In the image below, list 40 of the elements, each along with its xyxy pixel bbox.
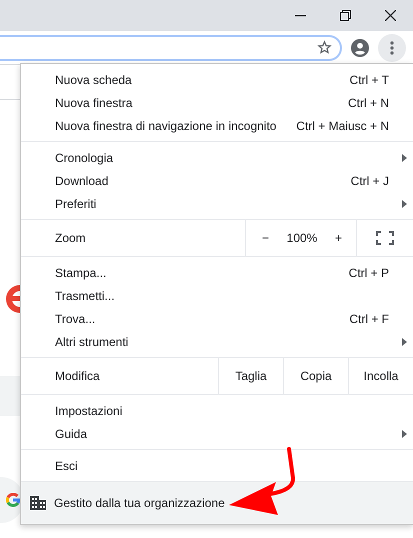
minimize-icon[interactable]: [295, 14, 306, 16]
edit-label: Modifica: [55, 369, 100, 383]
close-icon[interactable]: [385, 10, 396, 21]
zoom-value: 100%: [286, 231, 318, 245]
zoom-out-button[interactable]: −: [260, 231, 272, 245]
annotation-arrow: [229, 447, 295, 515]
shortcut-label: Ctrl + Maiusc + N: [296, 118, 389, 132]
menu-item[interactable]: Guida: [21, 422, 413, 445]
more-icon: [390, 40, 394, 54]
menu-item[interactable]: Stampa... Ctrl + P: [21, 261, 413, 284]
colorful-ring-icon: [6, 493, 20, 507]
menu-item[interactable]: Trova... Ctrl + F: [21, 307, 413, 330]
star-icon[interactable]: [317, 40, 332, 55]
building-icon: [30, 496, 46, 510]
menu-item[interactable]: Preferiti: [21, 192, 413, 215]
restore-icon[interactable]: [340, 10, 351, 21]
managed-label: Gestito dalla tua organizzazione: [54, 496, 225, 510]
zoom-in-button[interactable]: +: [332, 231, 344, 245]
menu-item[interactable]: Nuova finestra Ctrl + N: [21, 91, 413, 114]
shortcut-label: Ctrl + N: [348, 96, 389, 110]
edit-button[interactable]: Taglia: [218, 358, 283, 394]
menu-item[interactable]: Trasmetti...: [21, 284, 413, 307]
account-icon[interactable]: [351, 38, 369, 56]
managed-notice[interactable]: Gestito dalla tua organizzazione: [21, 482, 413, 524]
menu-item[interactable]: Download Ctrl + J: [21, 169, 413, 192]
shortcut-label: Ctrl + P: [348, 266, 389, 280]
menu-item[interactable]: Impostazioni: [21, 399, 413, 422]
edit-button[interactable]: Incolla: [348, 358, 413, 394]
menu-item[interactable]: Cronologia: [21, 146, 413, 169]
menu-item[interactable]: Nuova scheda Ctrl + T: [21, 68, 413, 91]
shortcut-label: Ctrl + J: [350, 174, 389, 188]
shortcut-label: Ctrl + T: [350, 72, 389, 86]
shortcut-label: Ctrl + F: [349, 312, 389, 326]
edit-button[interactable]: Copia: [283, 358, 348, 394]
menu-button[interactable]: [378, 34, 406, 62]
menu-item[interactable]: Nuova finestra di navigazione in incognito Ctrl + Maiusc + N: [21, 114, 413, 137]
fullscreen-icon[interactable]: [376, 231, 394, 245]
zoom-label: Zoom: [55, 231, 86, 245]
menu-item[interactable]: Altri strumenti: [21, 330, 413, 353]
menu-item[interactable]: Esci: [21, 454, 413, 477]
